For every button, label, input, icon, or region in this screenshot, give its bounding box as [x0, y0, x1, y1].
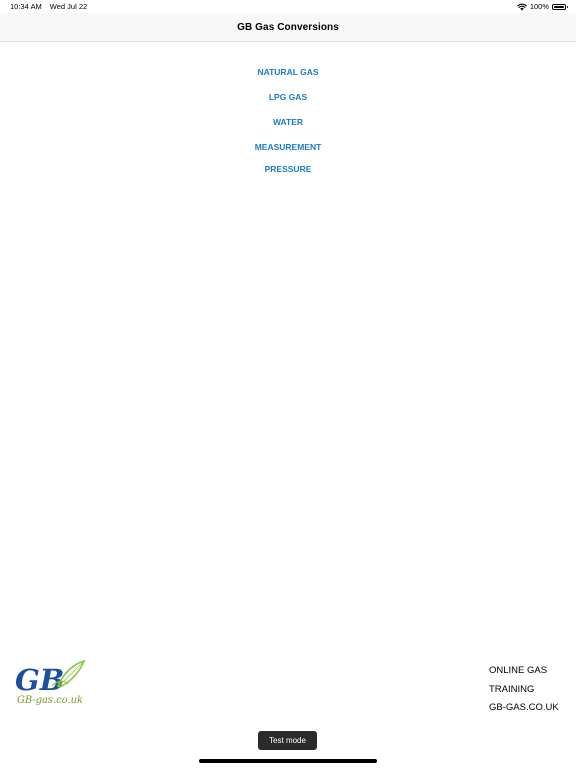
- menu-item-measurement[interactable]: MEASUREMENT: [0, 142, 576, 152]
- footer-line-training[interactable]: TRAINING: [489, 681, 559, 700]
- menu-item-lpg-gas[interactable]: LPG GAS: [0, 92, 576, 102]
- footer-line-website[interactable]: GB-GAS.CO.UK: [489, 699, 559, 718]
- logo-text: GB-gas.co.uk: [17, 695, 83, 706]
- svg-text:GB: GB: [15, 663, 64, 697]
- status-date: Wed Jul 22: [49, 2, 88, 11]
- footer-links: ONLINE GAS TRAINING GB-GAS.CO.UK: [489, 662, 559, 718]
- status-time: 10:34 AM: [10, 2, 42, 11]
- battery-percent: 100%: [529, 2, 549, 11]
- wifi-icon: [517, 3, 527, 10]
- status-right: 100%: [517, 2, 568, 11]
- test-mode-toast: Test mode: [258, 731, 317, 750]
- gb-gas-logo[interactable]: GB GB-gas.co.uk: [14, 656, 86, 708]
- navigation-bar: GB Gas Conversions: [0, 13, 576, 42]
- footer-line-online-gas[interactable]: ONLINE GAS: [489, 662, 559, 681]
- menu-item-pressure[interactable]: PRESSURE: [0, 164, 576, 174]
- status-bar: 10:34 AM Wed Jul 22 100%: [0, 0, 576, 14]
- status-left: 10:34 AM Wed Jul 22: [10, 2, 87, 11]
- home-indicator[interactable]: [199, 759, 377, 763]
- battery-icon: [552, 3, 568, 10]
- menu-item-water[interactable]: WATER: [0, 117, 576, 127]
- menu-item-natural-gas[interactable]: NATURAL GAS: [0, 67, 576, 77]
- page-title: GB Gas Conversions: [237, 21, 339, 33]
